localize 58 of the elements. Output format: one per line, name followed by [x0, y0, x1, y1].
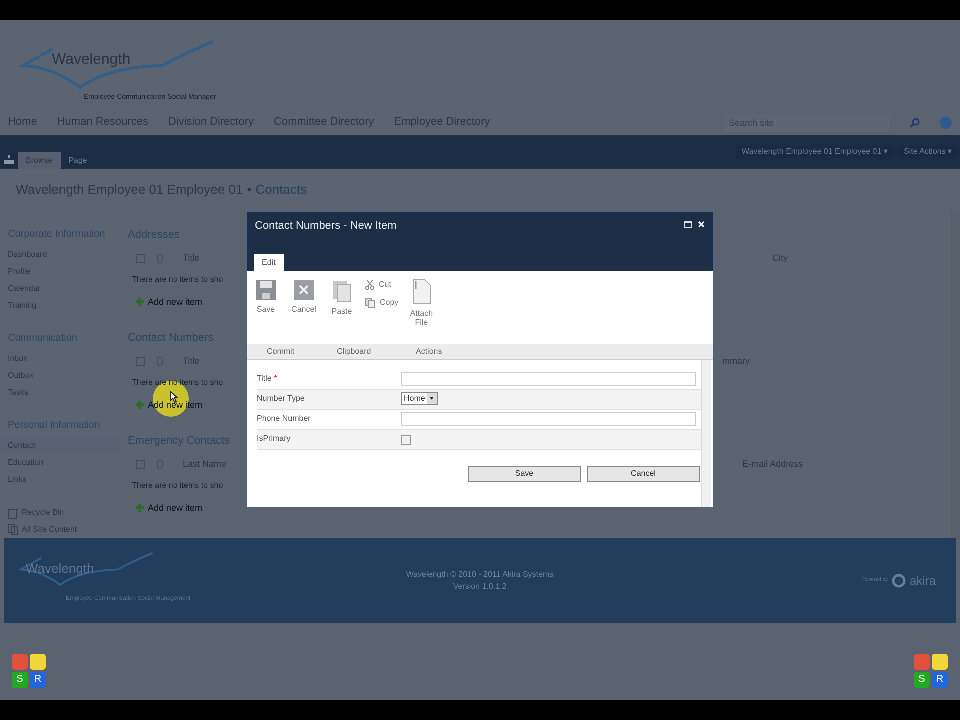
breadcrumb-page: Contacts: [256, 181, 308, 200]
pages-icon: [8, 524, 18, 536]
document-icon: [410, 279, 433, 305]
app-badge-icon: [12, 654, 28, 670]
dialog-button[interactable]: Save: [468, 466, 581, 482]
dialog-button[interactable]: Cancel: [587, 466, 700, 482]
ribbon-group-label: Clipboard: [336, 346, 372, 358]
add-item-link[interactable]: Add new item: [136, 296, 203, 309]
app-badge-icon: [30, 654, 46, 670]
empty-list-message: There are no items to sho: [132, 274, 224, 286]
text-field[interactable]: [401, 372, 696, 386]
plus-icon: [136, 401, 144, 410]
dialog-title: Contact Numbers - New Item: [255, 219, 397, 234]
search-icon[interactable]: [910, 118, 920, 128]
version-text: Version 1.0.1.2: [453, 580, 507, 592]
text-field[interactable]: [401, 412, 696, 426]
help-icon[interactable]: [940, 116, 952, 128]
site-actions-menu[interactable]: Site Actions ▾: [900, 146, 956, 158]
ribbon-small-button[interactable]: Copy: [365, 297, 399, 309]
checkbox[interactable]: [401, 435, 411, 445]
ribbon-button[interactable]: Cancel: [289, 279, 319, 314]
letter-badge: R: [932, 672, 948, 688]
letter-badge: S: [12, 672, 28, 688]
footer-logo-text: Wavelength: [26, 560, 94, 578]
empty-list-message: There are no items to sho: [132, 480, 224, 492]
field-label: Title *: [257, 373, 278, 385]
brand-swirl-icon: [892, 574, 906, 588]
ribbon-button[interactable]: Attach File: [406, 279, 437, 327]
ribbon-button[interactable]: Save: [251, 279, 281, 314]
breadcrumb-separator: •: [247, 181, 252, 200]
ribbon-menu-icon[interactable]: [4, 155, 14, 165]
app-badge-icon: [932, 654, 948, 670]
field-label: Phone Number: [257, 413, 312, 425]
scissors-icon: [365, 280, 375, 290]
field-label: IsPrimary: [257, 433, 292, 445]
plus-icon: [136, 298, 144, 306]
copy-icon: [365, 298, 376, 308]
bin-icon: [8, 508, 18, 519]
cancel-icon: [293, 279, 315, 301]
ribbon-tab[interactable]: Page: [60, 152, 96, 169]
dialog-tab[interactable]: Edit: [254, 254, 284, 271]
ribbon-button[interactable]: Paste: [327, 279, 357, 316]
user-menu[interactable]: Wavelength Employee 01 Employee 01 ▾: [738, 146, 892, 158]
close-icon[interactable]: [698, 221, 705, 228]
maximize-icon[interactable]: [684, 221, 692, 228]
ribbon-group-label: Commit: [266, 346, 296, 358]
paste-icon: [331, 279, 353, 303]
dropdown-field[interactable]: Home: [401, 392, 438, 405]
ribbon-small-button[interactable]: Cut: [365, 279, 399, 291]
letter-badge: S: [914, 672, 930, 688]
letter-badge: R: [30, 672, 46, 688]
copyright-text: Wavelength © 2010 - 2011 Akira Systems: [406, 568, 554, 580]
ribbon-group-label: Actions: [415, 346, 442, 358]
add-item-link[interactable]: Add new item: [136, 502, 203, 515]
app-badge-icon: [914, 654, 930, 670]
mouse-pointer-icon: [170, 391, 178, 403]
field-label: Number Type: [257, 393, 306, 405]
plus-icon: [136, 504, 144, 512]
